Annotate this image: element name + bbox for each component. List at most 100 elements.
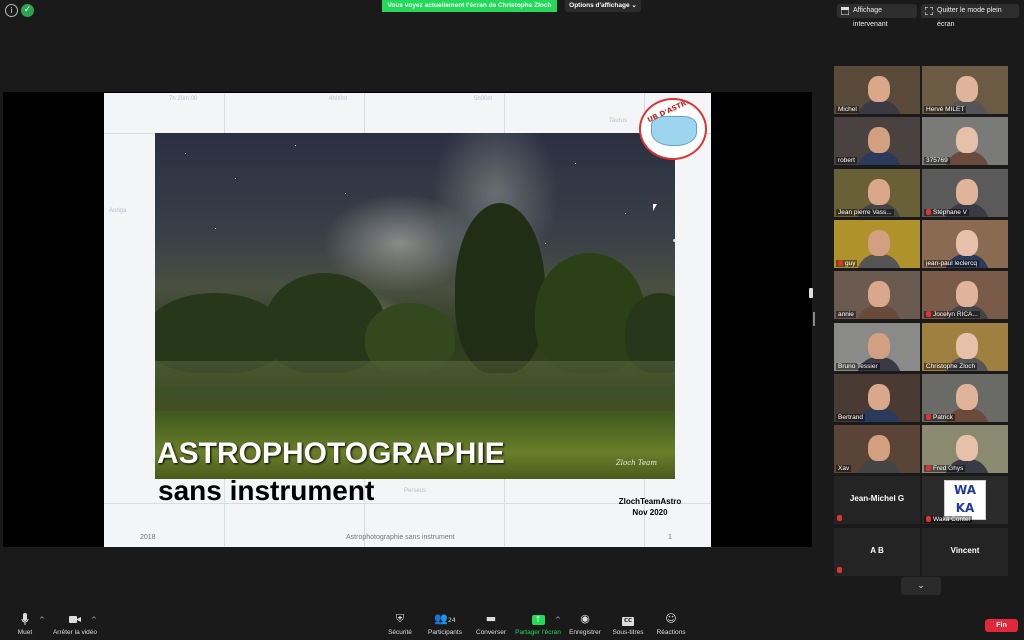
participant-name: Christophe Zloch	[924, 362, 978, 370]
participant-video	[956, 281, 978, 308]
view-options-label: Options d'affichage	[569, 2, 630, 9]
chevron-down-icon: ⌄	[917, 581, 925, 591]
record-button[interactable]: ◉ Enregistrer	[568, 612, 602, 636]
participant-video	[868, 229, 890, 256]
participant-tile[interactable]: guy	[834, 219, 920, 268]
star-chart-label: Perseus	[404, 488, 427, 494]
participant-video	[956, 332, 978, 359]
mute-label: Muet	[17, 629, 33, 636]
share-options-caret[interactable]: ^	[555, 616, 561, 624]
participant-name: 375769	[924, 157, 950, 165]
mute-options-caret[interactable]: ^	[39, 616, 45, 624]
participant-name: Jocelyn RICA...	[924, 311, 980, 319]
muted-mic-icon	[926, 208, 931, 215]
participant-tile[interactable]: annie	[834, 271, 920, 320]
participant-video	[868, 383, 890, 410]
participant-name: Jean-Michel G	[849, 494, 905, 504]
shield-icon[interactable]: ✓	[21, 4, 34, 17]
participant-video	[868, 178, 890, 205]
participant-tile[interactable]: Vincent	[922, 527, 1008, 576]
muted-mic-icon	[926, 413, 931, 420]
participant-name: Jean pierre Vass...	[836, 208, 894, 216]
record-label: Enregistrer	[569, 629, 601, 636]
slide-title: ASTROPHOTOGRAPHIE	[157, 437, 505, 470]
subtitles-label: Sous-titres	[612, 629, 644, 636]
mask-icon	[651, 116, 697, 146]
club-logo: UB D'ASTRONO	[639, 98, 707, 160]
chat-button[interactable]: ▬ Converser	[475, 612, 507, 636]
participant-video	[956, 76, 978, 102]
participant-tile[interactable]: robert	[834, 117, 920, 166]
participant-video	[868, 76, 890, 102]
microphone-icon	[21, 613, 29, 625]
end-meeting-button[interactable]: Fin	[985, 619, 1018, 632]
panel-splitter[interactable]	[813, 312, 815, 326]
mute-button[interactable]: Muet	[12, 612, 38, 636]
video-options-caret[interactable]: ^	[91, 616, 97, 624]
speaker-view-label: Affichage intervenant	[853, 7, 888, 28]
participant-tile[interactable]: Bruno Tessier	[834, 322, 920, 371]
participant-name: guy	[836, 259, 858, 267]
slide-footer-title: Astrophotographie sans instrument	[346, 534, 455, 541]
reactions-icon: ☺	[665, 612, 677, 625]
participants-icon: 👥	[434, 612, 449, 625]
slide-page-number: 1	[668, 534, 672, 541]
participant-tile[interactable]: Jean pierre Vass...	[834, 168, 920, 217]
participants-label: Participants	[428, 629, 462, 636]
participant-name: Michel	[836, 106, 859, 113]
participant-name: Xav	[836, 465, 852, 473]
participant-name: Fred Ghys	[924, 465, 966, 473]
expand-icon	[925, 7, 933, 15]
participant-tile[interactable]: A B	[834, 527, 920, 576]
photo-signature: Zloch Team	[615, 459, 657, 467]
participant-name: A B	[870, 545, 884, 555]
participant-name: robert	[836, 157, 857, 165]
participant-video	[868, 281, 890, 308]
participant-tile[interactable]: Christophe Zloch	[922, 322, 1008, 371]
exit-fullscreen-button[interactable]: Quitter le mode plein écran	[921, 4, 1019, 28]
muted-mic-icon	[837, 566, 842, 573]
participant-tile[interactable]: Jocelyn RICA...	[922, 271, 1008, 320]
security-icon: ⛨	[395, 612, 405, 625]
participant-tile[interactable]: jean-paul leclercq	[922, 219, 1008, 268]
participant-name: Waka Contel	[924, 516, 972, 524]
milky-way-photo: Zloch Team	[155, 133, 675, 479]
meeting-toolbar	[0, 608, 1024, 640]
video-camera-icon	[69, 616, 81, 623]
star-chart-label: 7h 20m 00	[169, 96, 198, 102]
subtitles-button[interactable]: CC Sous-titres	[610, 612, 646, 636]
muted-mic-icon	[838, 259, 843, 266]
mouse-cursor	[653, 204, 657, 211]
participant-tile[interactable]: Patrick	[922, 373, 1008, 422]
participant-logo: WA KA	[944, 480, 986, 521]
chat-label: Converser	[476, 629, 506, 636]
share-banner: Vous voyez actuellement l'écran de Chris…	[382, 0, 557, 12]
security-label: Sécurité	[388, 629, 412, 636]
participant-tile[interactable]: WA KA Waka Contel	[922, 476, 1008, 525]
participant-tile[interactable]: Bertrand	[834, 373, 920, 422]
gallery-next-page-button[interactable]: ⌄	[901, 577, 941, 595]
participant-video	[956, 229, 978, 256]
participant-tile[interactable]: Xav	[834, 425, 920, 474]
participants-button[interactable]: 👥24 Participants	[427, 612, 463, 636]
participant-name: Bertrand	[836, 413, 865, 421]
reactions-button[interactable]: ☺ Réactions	[654, 612, 688, 636]
participant-tile[interactable]: Jean-Michel G	[834, 476, 920, 525]
participant-tile[interactable]: Fred Ghys	[922, 425, 1008, 474]
panel-resize-handle[interactable]	[809, 288, 813, 298]
slide-subtitle: sans instrument	[158, 475, 375, 506]
participants-count: 24	[448, 617, 456, 624]
view-options-button[interactable]: Options d'affichage ⌄	[565, 0, 641, 12]
speaker-view-button[interactable]: Affichage intervenant	[837, 4, 917, 28]
participant-tile[interactable]: Stéphane V	[922, 168, 1008, 217]
grid-icon	[841, 7, 849, 15]
exit-fullscreen-label: Quitter le mode plein écran	[937, 7, 1002, 28]
participant-tile[interactable]: Hervé MILET	[922, 66, 1008, 114]
participant-tile[interactable]: 375769	[922, 117, 1008, 166]
reactions-label: Réactions	[656, 629, 686, 636]
info-icon[interactable]: i	[5, 4, 18, 17]
cc-icon: CC	[622, 617, 634, 626]
participant-name: Hervé MILET	[924, 106, 967, 113]
participant-tile[interactable]: Michel	[834, 66, 920, 114]
security-button[interactable]: ⛨ Sécurité	[386, 612, 414, 636]
